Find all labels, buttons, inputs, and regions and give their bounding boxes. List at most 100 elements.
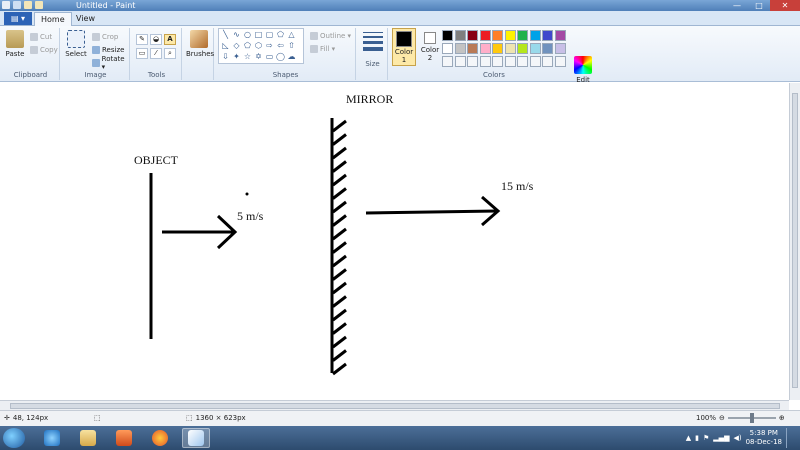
palette-color-swatch[interactable] (517, 30, 528, 41)
cloud-callout-shape-icon[interactable]: ☁ (287, 52, 296, 61)
custom-color-slot[interactable] (492, 56, 503, 67)
palette-color-swatch[interactable] (479, 30, 491, 41)
crop-button[interactable]: Crop (92, 31, 118, 42)
brushes-button[interactable]: Brushes (186, 30, 214, 58)
rectangle-shape-icon[interactable]: □ (254, 30, 263, 39)
show-hidden-icons[interactable]: ▲ (686, 434, 691, 442)
pencil-icon[interactable]: ✎ (136, 34, 148, 45)
resize-button[interactable]: Resize (92, 44, 124, 55)
right-arrow-shape-icon[interactable]: ⇨ (265, 41, 274, 50)
zoom-out-icon[interactable]: ⊖ (719, 414, 725, 422)
down-arrow-shape-icon[interactable]: ⇩ (221, 52, 230, 61)
custom-color-slot[interactable] (454, 56, 466, 67)
drawing-canvas[interactable]: OBJECT MIRROR 5 m/s 15 m/s (0, 83, 789, 401)
palette-color-swatch[interactable] (529, 43, 541, 54)
signal-icon[interactable]: ▂▄▆ (713, 434, 729, 442)
horizontal-scroll-thumb[interactable] (10, 403, 780, 409)
minimize-button[interactable]: — (726, 0, 748, 11)
palette-color-swatch[interactable] (454, 43, 466, 54)
tab-view[interactable]: View (70, 12, 101, 26)
custom-color-slot[interactable] (517, 56, 528, 67)
maximize-button[interactable]: □ (748, 0, 770, 11)
vertical-scrollbar[interactable] (789, 83, 800, 400)
start-button[interactable] (3, 428, 25, 448)
show-desktop-button[interactable] (786, 428, 794, 448)
palette-color-swatch[interactable] (467, 30, 478, 41)
file-menu-tab[interactable]: ▤ ▾ (4, 12, 32, 25)
close-button[interactable]: ✕ (770, 0, 800, 11)
color1-button[interactable]: Color 1 (392, 28, 416, 66)
paste-button[interactable]: Paste (4, 30, 26, 58)
fill-dropdown[interactable]: Fill ▾ (310, 43, 335, 54)
palette-color-swatch[interactable] (492, 43, 503, 54)
line-shape-icon[interactable]: ╲ (221, 30, 230, 39)
palette-color-swatch[interactable] (479, 43, 491, 54)
taskbar-ie[interactable] (38, 428, 66, 448)
custom-color-slot[interactable] (542, 56, 553, 67)
callout-oval-shape-icon[interactable]: ◯ (276, 52, 285, 61)
volume-icon[interactable]: ◀) (733, 434, 741, 442)
vertical-scroll-thumb[interactable] (792, 93, 798, 388)
palette-color-swatch[interactable] (554, 43, 566, 54)
custom-color-slot[interactable] (442, 56, 453, 67)
fill-bucket-icon[interactable]: ◒ (150, 34, 162, 45)
select-button[interactable]: Select (64, 30, 88, 58)
copy-button[interactable]: Copy (30, 44, 58, 55)
right-triangle-shape-icon[interactable]: ◺ (221, 41, 230, 50)
rotate-button[interactable]: Rotate ▾ (92, 55, 129, 71)
outline-dropdown[interactable]: Outline ▾ (310, 30, 351, 41)
rounded-rect-shape-icon[interactable]: ▢ (265, 30, 274, 39)
size-button[interactable] (361, 32, 385, 51)
eraser-icon[interactable]: ▭ (136, 48, 148, 59)
magnifier-icon[interactable]: ⌕ (164, 48, 176, 59)
palette-color-swatch[interactable] (467, 43, 478, 54)
curve-shape-icon[interactable]: ∿ (232, 30, 241, 39)
pentagon-shape-icon[interactable]: ⬠ (243, 41, 252, 50)
taskbar-media[interactable] (110, 428, 138, 448)
palette-color-swatch[interactable] (529, 30, 541, 41)
custom-color-slot[interactable] (467, 56, 478, 67)
flag-icon[interactable]: ⚑ (703, 434, 709, 442)
text-tool-icon[interactable]: A (164, 34, 176, 45)
zoom-slider[interactable] (727, 413, 776, 423)
left-arrow-shape-icon[interactable]: ⇦ (276, 41, 285, 50)
cut-button[interactable]: Cut (30, 31, 52, 42)
five-point-star-shape-icon[interactable]: ☆ (243, 52, 252, 61)
zoom-in-icon[interactable]: ⊕ (779, 414, 785, 422)
palette-color-swatch[interactable] (442, 43, 453, 54)
diamond-shape-icon[interactable]: ◇ (232, 41, 241, 50)
taskbar-firefox[interactable] (146, 428, 174, 448)
palette-color-swatch[interactable] (542, 30, 553, 41)
color2-button[interactable]: Color 2 (418, 28, 442, 66)
color-picker-icon[interactable]: ⁄ (150, 48, 162, 59)
palette-color-swatch[interactable] (554, 30, 566, 41)
save-icon[interactable] (13, 1, 21, 9)
oval-shape-icon[interactable]: ○ (243, 30, 252, 39)
paint-app-icon[interactable] (2, 1, 10, 9)
four-point-star-shape-icon[interactable]: ✦ (232, 52, 241, 61)
taskbar-paint[interactable] (182, 428, 210, 448)
polygon-shape-icon[interactable]: ⬠ (276, 30, 285, 39)
palette-color-swatch[interactable] (517, 43, 528, 54)
custom-color-slot[interactable] (504, 56, 516, 67)
palette-color-swatch[interactable] (504, 43, 516, 54)
palette-color-swatch[interactable] (504, 30, 516, 41)
network-icon[interactable]: ▮ (695, 434, 699, 442)
callout-rect-shape-icon[interactable]: ▭ (265, 52, 274, 61)
clock[interactable]: 5:38 PM 08-Dec-18 (746, 429, 782, 447)
tab-home[interactable]: Home (34, 12, 72, 26)
palette-color-swatch[interactable] (542, 43, 553, 54)
palette-color-swatch[interactable] (442, 30, 453, 41)
palette-color-swatch[interactable] (492, 30, 503, 41)
custom-color-slot[interactable] (529, 56, 541, 67)
six-point-star-shape-icon[interactable]: ✡ (254, 52, 263, 61)
taskbar-explorer[interactable] (74, 428, 102, 448)
redo-icon[interactable] (35, 1, 43, 9)
up-arrow-shape-icon[interactable]: ⇧ (287, 41, 296, 50)
palette-color-swatch[interactable] (454, 30, 466, 41)
hexagon-shape-icon[interactable]: ⬡ (254, 41, 263, 50)
custom-color-slot[interactable] (479, 56, 491, 67)
zoom-slider-thumb[interactable] (749, 413, 754, 423)
custom-color-slot[interactable] (554, 56, 566, 67)
undo-icon[interactable] (24, 1, 32, 9)
